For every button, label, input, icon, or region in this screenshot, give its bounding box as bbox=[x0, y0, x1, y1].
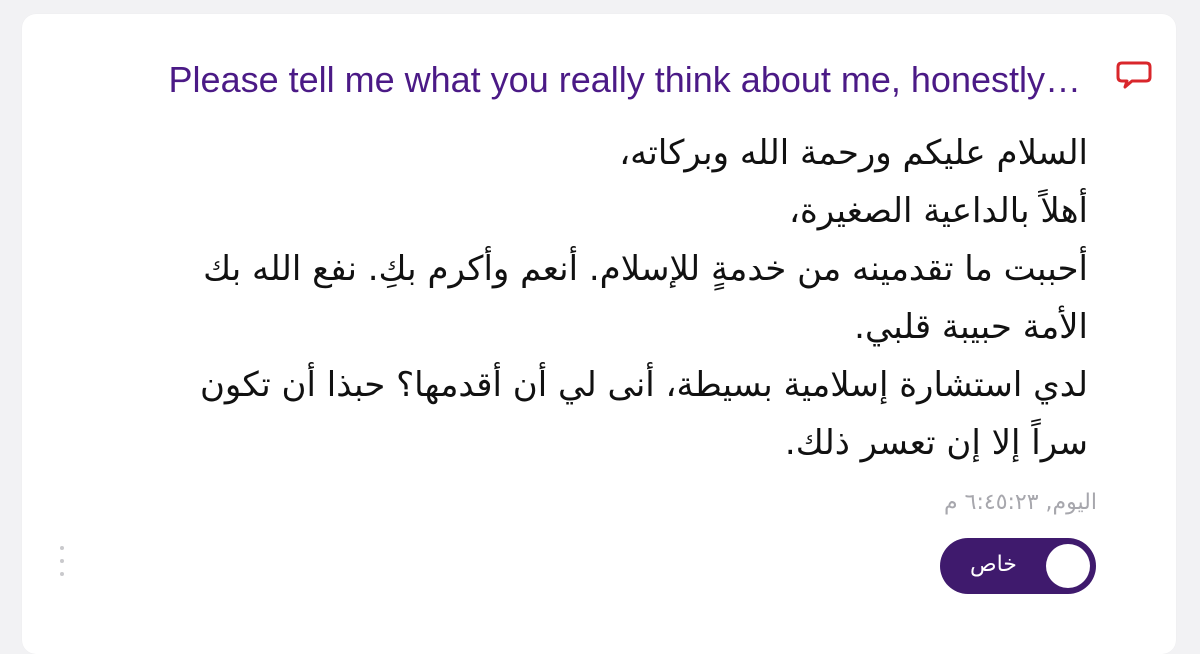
question-header: Please tell me what you really think abo… bbox=[22, 56, 1176, 116]
chat-bubble-icon[interactable] bbox=[1116, 60, 1152, 90]
answer-line: الأمة حبيبة قلبي. bbox=[854, 307, 1088, 347]
question-card: Please tell me what you really think abo… bbox=[22, 14, 1176, 654]
private-toggle-label: خاص bbox=[970, 552, 1017, 577]
answer-line: سراً إلا إن تعسر ذلك. bbox=[784, 423, 1088, 463]
answer-line: أحببت ما تقدمينه من خدمةٍ للإسلام. أنعم … bbox=[203, 249, 1088, 289]
answer-line: لدي استشارة إسلامية بسيطة، أنى لي أن أقد… bbox=[199, 365, 1088, 405]
answer-text: السلام عليكم ورحمة الله وبركاته، أهلاً ب… bbox=[72, 124, 1088, 472]
question-text[interactable]: Please tell me what you really think abo… bbox=[169, 56, 1081, 104]
answer-line: أهلاً بالداعية الصغيرة، bbox=[788, 191, 1088, 231]
answer-timestamp: اليوم, ٦:٤٥:٢٣ م bbox=[944, 490, 1097, 515]
private-toggle[interactable]: خاص bbox=[940, 538, 1096, 594]
toggle-knob[interactable] bbox=[1046, 544, 1090, 588]
more-options-icon[interactable] bbox=[58, 546, 66, 590]
answer-line: السلام عليكم ورحمة الله وبركاته، bbox=[619, 133, 1088, 173]
